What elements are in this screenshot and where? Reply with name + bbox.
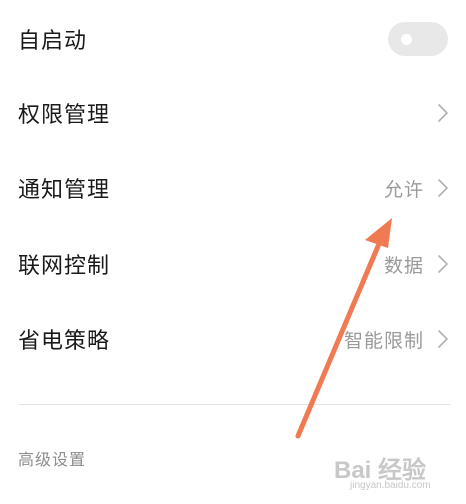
watermark-site: jingyan.baidu.com — [350, 480, 431, 491]
chevron-right-icon — [438, 104, 448, 122]
row-value: 数据 — [383, 254, 424, 277]
chevron-right-icon — [438, 255, 448, 273]
row-notification-management[interactable]: 通知管理 允许 — [0, 153, 466, 223]
divider — [18, 404, 450, 405]
watermark: Bai 经验 jingyan.baidu.com — [330, 446, 456, 496]
row-label: 省电策略 — [18, 329, 111, 354]
row-right — [388, 22, 450, 56]
row-label: 自启动 — [18, 29, 88, 54]
row-value: 允许 — [383, 178, 424, 201]
row-right: 数据 — [384, 251, 450, 278]
row-permission-management[interactable]: 权限管理 — [0, 78, 466, 148]
auto-start-toggle[interactable] — [388, 22, 448, 56]
row-right — [436, 102, 450, 124]
row-right: 允许 — [384, 175, 450, 202]
row-power-saving-policy[interactable]: 省电策略 智能限制 — [0, 304, 466, 374]
row-label: 权限管理 — [18, 103, 111, 128]
row-network-control[interactable]: 联网控制 数据 — [0, 229, 466, 299]
row-auto-start[interactable]: 自启动 — [0, 4, 466, 74]
toggle-knob — [401, 34, 412, 45]
chevron-right-icon — [438, 330, 448, 348]
section-header-advanced-settings: 高级设置 — [18, 450, 87, 469]
row-value: 智能限制 — [343, 329, 424, 352]
row-label: 通知管理 — [18, 178, 111, 203]
row-right: 智能限制 — [344, 326, 450, 353]
chevron-right-icon — [438, 179, 448, 197]
row-label: 联网控制 — [18, 254, 111, 279]
